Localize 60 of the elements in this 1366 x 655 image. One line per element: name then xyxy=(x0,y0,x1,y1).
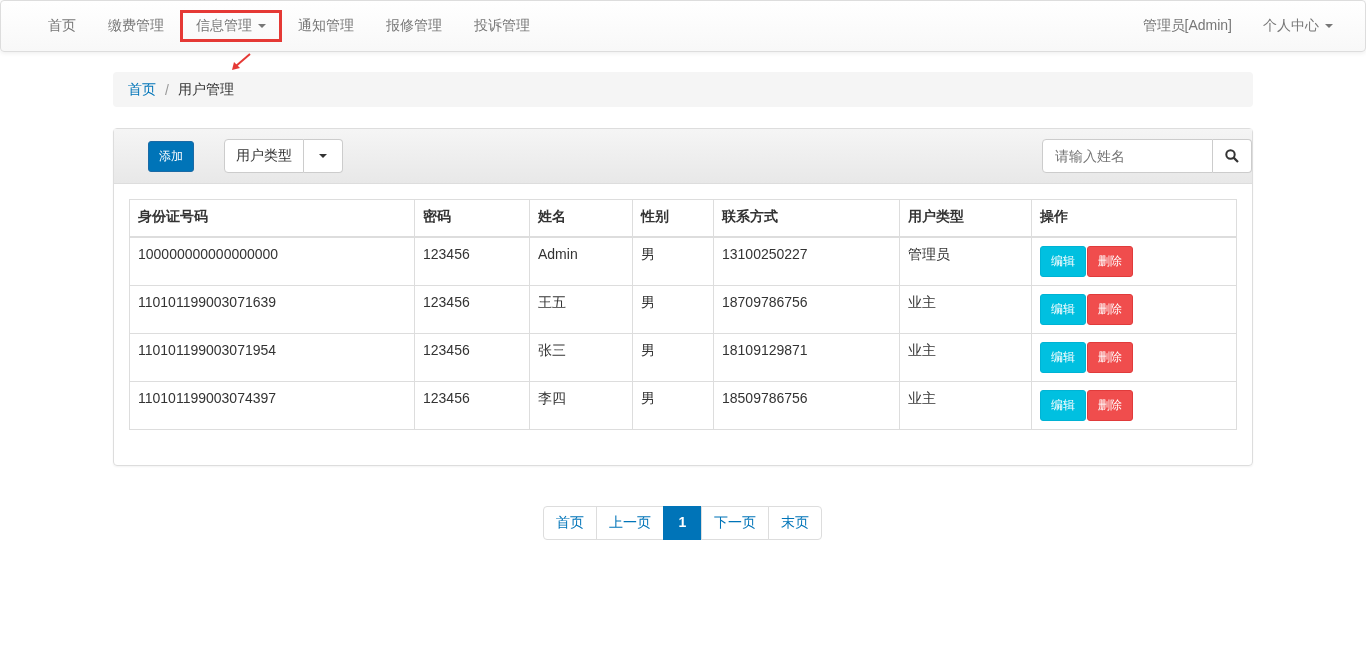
column-header: 用户类型 xyxy=(899,199,1032,237)
table-cell: 业主 xyxy=(908,389,936,406)
table-cell: 男 xyxy=(641,341,655,358)
delete-button[interactable]: 删除 xyxy=(1087,341,1133,373)
table-cell: 男 xyxy=(641,389,655,406)
column-header: 操作 xyxy=(1031,199,1237,237)
delete-button[interactable]: 删除 xyxy=(1087,245,1133,277)
page-link[interactable]: 末页 xyxy=(768,505,823,540)
dropdown-toggle[interactable] xyxy=(304,139,343,173)
table-cell: Admin xyxy=(538,245,578,262)
table-cell: 123456 xyxy=(423,389,470,406)
nav-link[interactable]: 信息管理 xyxy=(180,10,282,42)
table-cell: 123456 xyxy=(423,341,470,358)
table-cell: 18109129871 xyxy=(722,341,808,358)
table-cell: 男 xyxy=(641,293,655,310)
delete-button[interactable]: 删除 xyxy=(1087,389,1133,421)
table-cell: 管理员 xyxy=(908,245,950,262)
column-header: 联系方式 xyxy=(713,199,900,237)
add-button[interactable]: 添加 xyxy=(148,140,194,172)
column-header: 密码 xyxy=(414,199,530,237)
table-cell: 123456 xyxy=(423,293,470,310)
table-cell: 王五 xyxy=(538,293,566,310)
column-header: 姓名 xyxy=(529,199,633,237)
table-cell: 110101199003074397 xyxy=(138,389,277,406)
caret-icon xyxy=(319,154,327,158)
filter-dropdown[interactable]: 用户类型 xyxy=(224,139,304,173)
column-header: 性别 xyxy=(632,199,714,237)
breadcrumb-separator: / xyxy=(164,81,170,98)
nav-link[interactable]: 报修管理 xyxy=(370,10,458,42)
delete-button[interactable]: 删除 xyxy=(1087,293,1133,325)
table-cell: 业主 xyxy=(908,341,936,358)
table-cell: 123456 xyxy=(423,245,470,262)
table-cell: 男 xyxy=(641,245,655,262)
table-cell: 110101199003071954 xyxy=(138,341,277,358)
table-cell: 业主 xyxy=(908,293,936,310)
nav-link[interactable]: 缴费管理 xyxy=(92,10,180,42)
page-link[interactable]: 1 xyxy=(662,505,703,540)
table-cell: 100000000000000000 xyxy=(138,245,279,262)
table-cell: 张三 xyxy=(538,341,566,358)
breadcrumb-current: 用户管理 xyxy=(177,80,234,99)
user-name: 管理员[Admin] xyxy=(1141,16,1233,35)
column-header: 身份证号码 xyxy=(129,199,415,237)
page-link[interactable]: 上一页 xyxy=(595,505,664,540)
table-cell: 110101199003071639 xyxy=(138,293,277,310)
nav-link[interactable]: 投诉管理 xyxy=(458,10,546,42)
search-button[interactable] xyxy=(1213,139,1252,173)
page-link[interactable]: 首页 xyxy=(542,505,597,540)
page-link[interactable]: 下一页 xyxy=(701,505,770,540)
table-cell: 18709786756 xyxy=(722,293,808,310)
nav-link[interactable]: 首页 xyxy=(32,10,92,42)
annotation-arrow xyxy=(230,52,252,72)
search-field[interactable]: 请输入姓名 xyxy=(1042,139,1213,173)
breadcrumb-link[interactable]: 首页 xyxy=(128,80,156,99)
user-menu[interactable]: 个人中心 xyxy=(1247,10,1349,42)
table-cell: 13100250227 xyxy=(722,245,808,262)
caret-icon xyxy=(1325,24,1333,28)
table-cell: 李四 xyxy=(538,389,566,406)
table-cell: 18509786756 xyxy=(722,389,808,406)
nav-link[interactable]: 通知管理 xyxy=(282,10,370,42)
search-icon xyxy=(1225,149,1239,163)
